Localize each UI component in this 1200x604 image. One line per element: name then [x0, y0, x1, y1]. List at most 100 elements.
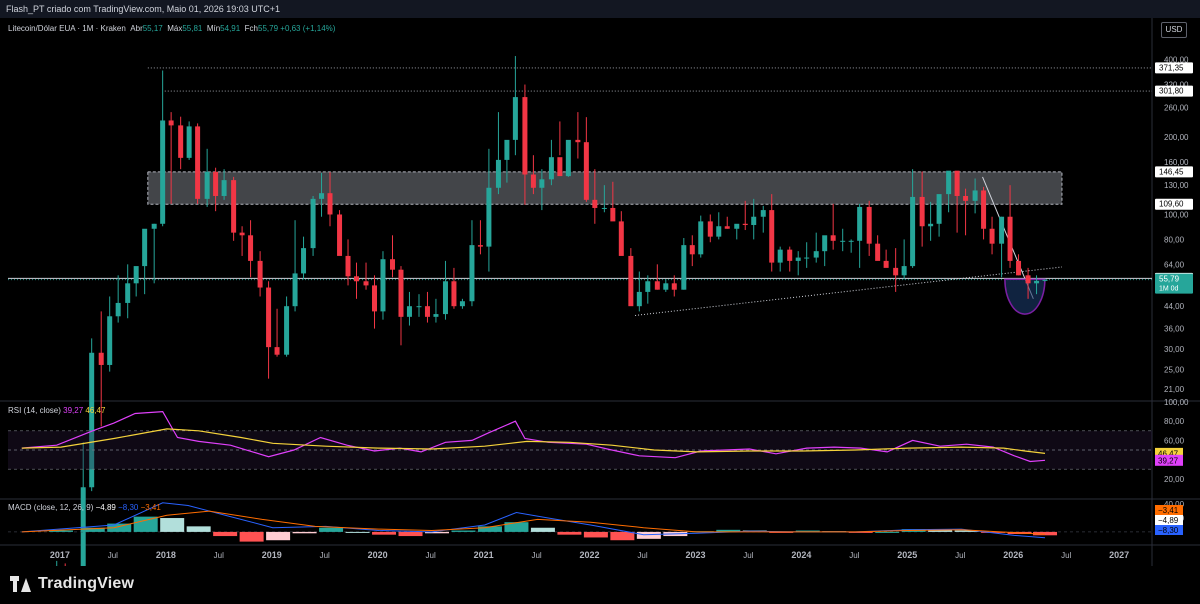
candle-body — [822, 235, 828, 252]
close-value: 55,79 — [258, 24, 279, 33]
candle-body — [636, 291, 642, 307]
close-label: Fch — [244, 24, 258, 33]
tradingview-brand: TradingView — [38, 575, 135, 592]
candle-body — [645, 281, 651, 292]
candle-body — [451, 281, 457, 307]
chart-area[interactable]: 400,00 320,00 260,00 200,00 160,00 130,00 100,… — [0, 18, 1200, 589]
candle-body — [893, 267, 899, 276]
candle-body — [972, 190, 978, 201]
candle-body — [883, 260, 889, 268]
tradingview-logo[interactable]: TradingView — [10, 575, 134, 593]
price-label: 371,35 — [1159, 63, 1184, 72]
candle-body — [618, 221, 624, 256]
candle-body — [919, 196, 925, 227]
resistance-zone — [147, 171, 1063, 205]
trendline — [635, 266, 1063, 316]
tradingview-logo-icon — [10, 576, 32, 592]
chart-svg[interactable]: 400,00320,00260,00200,00160,00130,00100,… — [0, 18, 1200, 589]
time-axis-tick: 2022 — [580, 550, 600, 560]
candle-body — [910, 196, 916, 267]
macd-histogram-bar — [345, 531, 370, 533]
candle-body — [1042, 279, 1048, 281]
rsi-pane — [8, 410, 1152, 470]
time-axis-tick: Jul — [214, 551, 224, 560]
candle-body — [204, 171, 210, 199]
candle-body — [416, 306, 422, 308]
candle-body — [539, 179, 545, 188]
candle-body — [486, 187, 492, 247]
candle-body — [795, 257, 801, 261]
price-label: 146,45 — [1159, 167, 1184, 176]
candle-body — [804, 257, 810, 259]
candle-body — [777, 249, 783, 263]
time-axis-tick: Jul — [426, 551, 436, 560]
macd-legend-label: MACD (close, 12, 26, 9) — [8, 503, 94, 512]
macd-value-label: −8,30 — [1158, 526, 1179, 535]
macd-value-label: −4,89 — [1158, 516, 1179, 525]
candle-body — [963, 195, 969, 201]
candle-body — [928, 223, 934, 227]
candle-body — [477, 245, 483, 247]
candle-body — [813, 251, 819, 258]
candle-body — [186, 126, 192, 158]
candle-body — [363, 281, 369, 286]
time-axis-tick: Jul — [849, 551, 859, 560]
candle-body — [406, 306, 412, 317]
candle-body — [981, 190, 987, 229]
candle-body — [115, 302, 121, 317]
candle-body — [239, 232, 245, 236]
macd-pane — [8, 502, 1152, 542]
candle-body — [830, 235, 836, 241]
candle-body — [133, 266, 139, 284]
macd-histogram-bar — [292, 531, 317, 534]
signal-legend-value: −3,41 — [140, 503, 161, 512]
candle-body — [372, 285, 378, 312]
open-value: 55,17 — [142, 24, 163, 33]
macd-histogram-bar — [398, 531, 423, 537]
candle-body — [751, 216, 757, 226]
rsi-legend-value: 39,27 — [63, 406, 84, 415]
candle-body — [1016, 260, 1022, 276]
macd-legend: MACD (close, 12, 26, 9) −4,89 −8,30 −3,4… — [8, 503, 161, 512]
candle-body — [424, 306, 430, 317]
time-axis-tick: 2027 — [1109, 550, 1129, 560]
candle-body — [575, 139, 581, 143]
macd-histogram-bar — [239, 531, 264, 542]
candle-body — [548, 157, 554, 180]
candle-body — [345, 255, 351, 277]
candle-body — [257, 260, 263, 288]
candle-body — [274, 347, 280, 355]
candle-body — [901, 266, 907, 276]
currency-button[interactable]: USD — [1161, 22, 1187, 38]
candle-body — [221, 180, 227, 196]
candle-body — [522, 97, 528, 175]
candle-body — [1025, 275, 1031, 284]
macd-histogram-bar — [213, 531, 238, 537]
macd-histogram-bar — [530, 527, 555, 532]
price-axis-tick: 130,00 — [1164, 181, 1189, 190]
cup-pattern — [1004, 278, 1046, 315]
candle-body — [142, 228, 148, 267]
candle-body — [231, 180, 237, 233]
candle-body — [671, 283, 677, 290]
price-axis-tick: 200,00 — [1164, 133, 1189, 142]
ohlc-legend: Litecoin/Dólar EUA · 1M · Kraken Abr55,1… — [8, 24, 335, 33]
candle-body — [698, 221, 704, 255]
macd-histogram-bar — [451, 530, 476, 532]
candle-body — [380, 259, 386, 312]
open-label: Abr — [130, 24, 143, 33]
time-axis-tick: Jul — [1061, 551, 1071, 560]
macd-histogram-bar — [372, 531, 397, 535]
rsi-axis-tick: 20,00 — [1164, 475, 1185, 484]
rsi-value-label: 39,27 — [1158, 456, 1179, 465]
candle-body — [707, 221, 713, 237]
candle-body — [840, 240, 846, 242]
candle-body — [557, 157, 563, 177]
candle-body — [663, 283, 669, 290]
rsi-axis-tick: 60,00 — [1164, 436, 1185, 445]
price-axis-tick: 260,00 — [1164, 104, 1189, 113]
macd-histogram-bar — [557, 531, 582, 535]
header-text: Flash_PT criado com TradingView.com, Mai… — [6, 4, 281, 14]
candle-body — [936, 194, 942, 224]
candle-body — [1034, 280, 1040, 284]
